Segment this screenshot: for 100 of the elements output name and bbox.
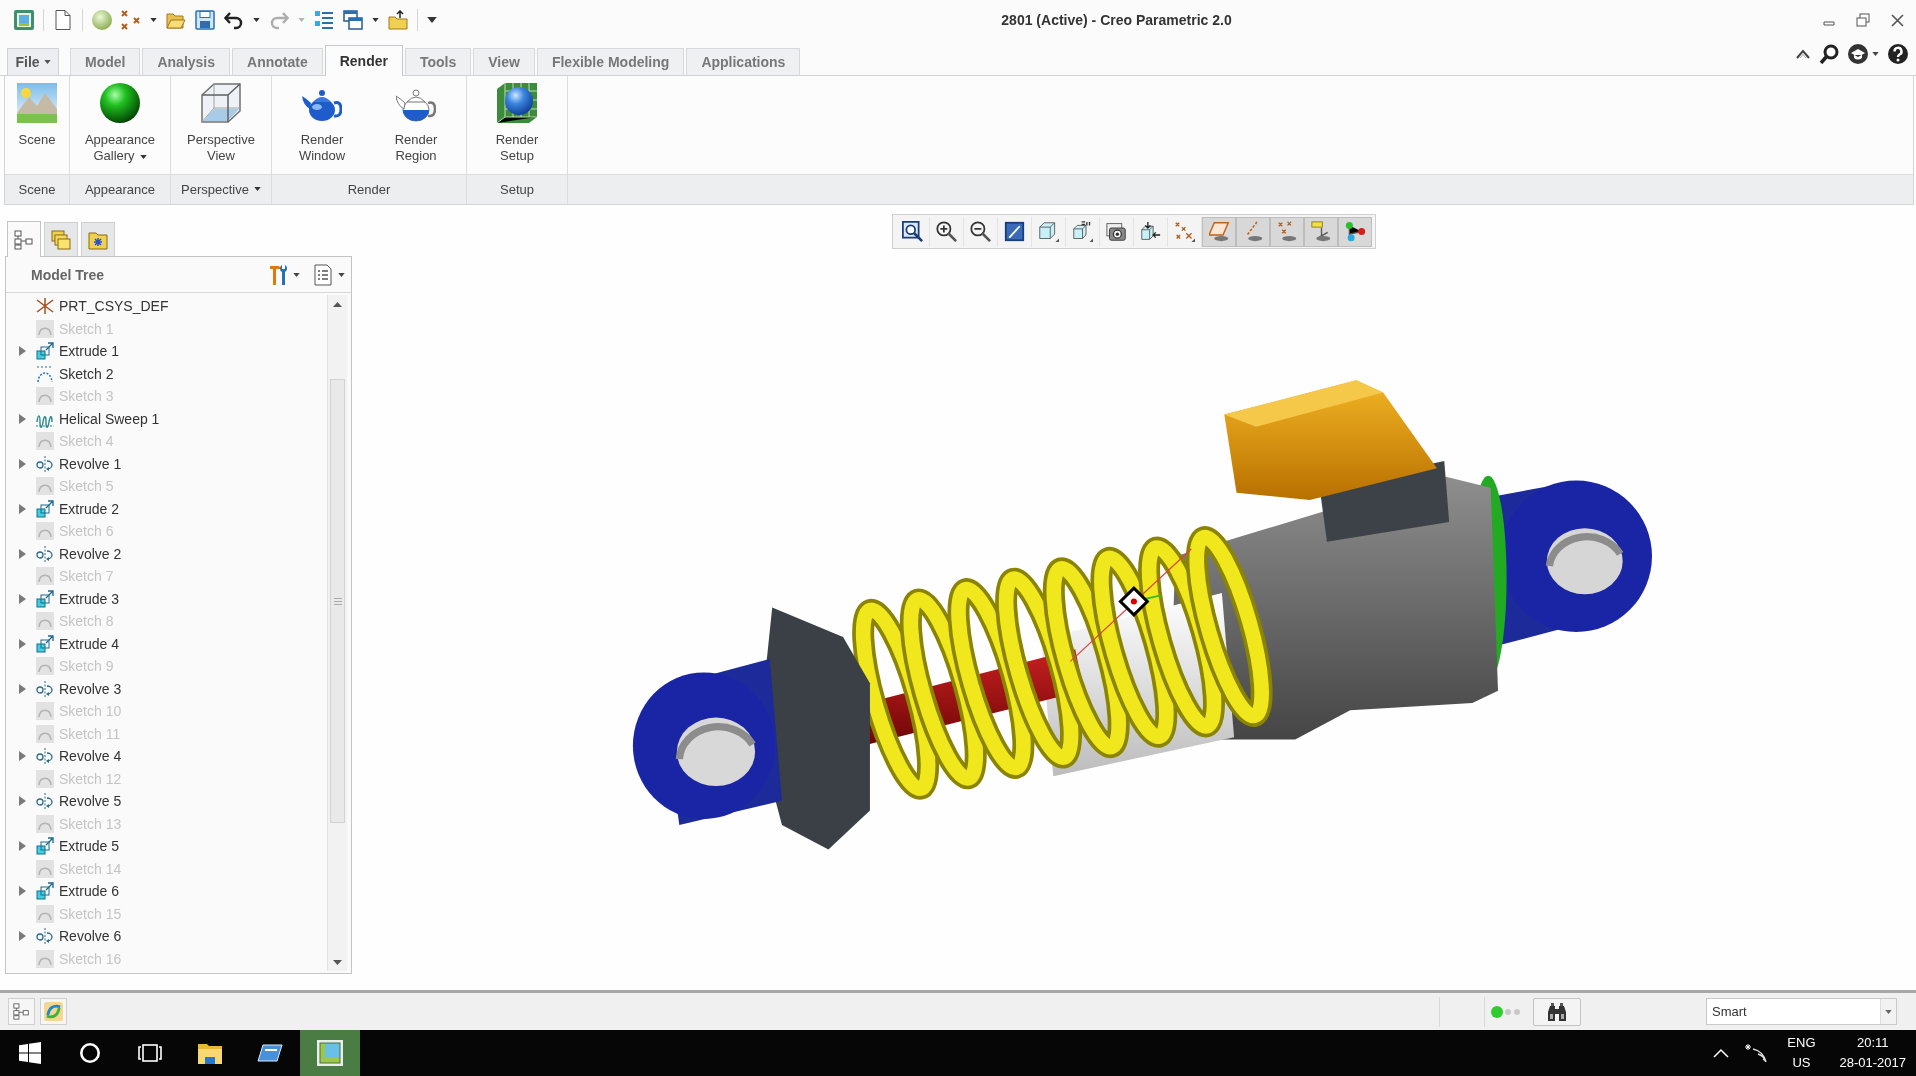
- expand-arrow-icon[interactable]: [18, 503, 26, 514]
- arc-tile-icon: [36, 657, 54, 676]
- ribbon-button[interactable]: Render Setup: [471, 76, 563, 174]
- spin-button[interactable]: [40, 998, 67, 1025]
- clock-time[interactable]: 20:11: [1856, 1033, 1889, 1053]
- ribbon-tab[interactable]: Tools: [404, 48, 472, 75]
- expand-arrow-icon[interactable]: [18, 593, 26, 604]
- folder-arrow-icon[interactable]: [388, 10, 408, 30]
- undo-icon[interactable]: [224, 10, 244, 30]
- scrollbar-thumb[interactable]: [330, 379, 345, 823]
- expand-arrow-icon[interactable]: [18, 796, 26, 807]
- list-icon[interactable]: [314, 263, 332, 286]
- scrollbar[interactable]: [327, 295, 347, 971]
- navigator-tab[interactable]: [81, 222, 115, 256]
- caret-icon[interactable]: [139, 154, 147, 159]
- group-menu-button[interactable]: Perspective: [181, 181, 261, 197]
- arc-tile-icon: [36, 522, 54, 541]
- app-tile-icon[interactable]: [14, 10, 34, 30]
- tree-item[interactable]: Sketch 2: [36, 364, 114, 383]
- caret-icon[interactable]: [1872, 51, 1879, 56]
- ribbon-button[interactable]: Appearance Gallery: [74, 76, 166, 174]
- expand-arrow-icon[interactable]: [18, 346, 26, 357]
- file-menu-button[interactable]: File: [7, 48, 59, 75]
- restore-icon[interactable]: [1856, 13, 1870, 27]
- navigator-toggle-button[interactable]: [8, 998, 35, 1025]
- navigator-tab[interactable]: [7, 221, 41, 257]
- arc-tile-icon: [36, 949, 54, 968]
- tree-item[interactable]: Revolve 4: [36, 747, 122, 766]
- expand-arrow-icon[interactable]: [18, 683, 26, 694]
- ribbon-tab[interactable]: Model: [70, 48, 141, 75]
- tree-item[interactable]: Extrude 4: [36, 634, 119, 653]
- save-icon[interactable]: [195, 10, 215, 30]
- group-label: Scene: [18, 181, 56, 197]
- wifi-icon[interactable]: [1745, 1043, 1768, 1063]
- caret-icon[interactable]: [427, 17, 437, 23]
- zoom-out-icon: [970, 221, 991, 242]
- ribbon-tab[interactable]: View: [473, 48, 535, 75]
- ribbon-tab[interactable]: Applications: [686, 48, 801, 75]
- expand-arrow-icon[interactable]: [18, 638, 26, 649]
- expand-arrow-icon[interactable]: [18, 548, 26, 559]
- ribbon-button[interactable]: Render Window: [276, 76, 368, 174]
- tree-item[interactable]: Revolve 3: [36, 679, 122, 698]
- search-icon[interactable]: [1819, 43, 1839, 64]
- close-icon[interactable]: [1891, 13, 1904, 27]
- ribbon-tab[interactable]: Annotate: [232, 48, 323, 75]
- expand-arrow-icon[interactable]: [18, 458, 26, 469]
- expand-arrow-icon[interactable]: [18, 751, 26, 762]
- ribbon-button[interactable]: Scene: [9, 76, 65, 174]
- circle-icon[interactable]: [80, 1043, 100, 1063]
- ribbon-tab[interactable]: Analysis: [142, 48, 231, 75]
- tree-item[interactable]: Extrude 1: [36, 342, 119, 361]
- up-arrow-icon[interactable]: [333, 301, 342, 307]
- ribbon-tab[interactable]: Flexible Modeling: [536, 48, 685, 75]
- new-file-icon[interactable]: [53, 10, 73, 30]
- expand-arrow-icon[interactable]: [18, 841, 26, 852]
- ribbon-tab[interactable]: Render: [324, 45, 403, 76]
- caret-icon[interactable]: [293, 272, 300, 277]
- tree-item[interactable]: PRT_CSYS_DEF: [36, 297, 169, 316]
- toolbar-button[interactable]: [1338, 216, 1372, 247]
- caret-icon[interactable]: [253, 18, 260, 22]
- expand-arrow-icon[interactable]: [18, 886, 26, 897]
- tree-item[interactable]: Revolve 1: [36, 454, 122, 473]
- tree-item[interactable]: Extrude 5: [36, 837, 119, 856]
- ribbon-button[interactable]: Perspective View: [175, 76, 267, 174]
- help-icon[interactable]: [1888, 43, 1908, 64]
- down-arrow-icon[interactable]: [333, 959, 342, 965]
- tools-icon[interactable]: [267, 263, 287, 286]
- tree-item[interactable]: Revolve 6: [36, 927, 122, 946]
- cap-circle-icon[interactable]: [1848, 43, 1868, 64]
- tree-item[interactable]: Revolve 5: [36, 792, 122, 811]
- list-icon[interactable]: [314, 10, 334, 30]
- expand-arrow-icon[interactable]: [18, 931, 26, 942]
- language-label[interactable]: ENG: [1787, 1033, 1816, 1053]
- crosses-icon[interactable]: [121, 10, 141, 30]
- open-folder-icon[interactable]: [166, 10, 186, 30]
- axis-arc-icon: [36, 454, 54, 473]
- filter-dropdown[interactable]: Smart: [1706, 998, 1897, 1025]
- caret-icon[interactable]: [338, 272, 345, 277]
- task-view-icon[interactable]: [138, 1044, 162, 1062]
- dotted-arc-icon: [36, 364, 54, 383]
- windows-icon[interactable]: [343, 10, 363, 30]
- caret-icon[interactable]: [43, 60, 51, 64]
- region-label[interactable]: US: [1792, 1053, 1811, 1073]
- panel-title: Model Tree: [31, 266, 105, 283]
- ribbon-button[interactable]: Render Region: [370, 76, 462, 174]
- caret-icon[interactable]: [253, 187, 261, 191]
- caret-icon[interactable]: [372, 18, 379, 22]
- tree-item[interactable]: Extrude 6: [36, 882, 119, 901]
- chevron-up-icon[interactable]: [1796, 48, 1810, 59]
- swirl-icon: [44, 1002, 63, 1021]
- caret-icon[interactable]: [150, 18, 157, 22]
- tree-item[interactable]: Revolve 2: [36, 544, 122, 563]
- box-arrow-icon: [36, 499, 54, 518]
- expand-arrow-icon[interactable]: [18, 413, 26, 424]
- tree-item[interactable]: Helical Sweep 1: [36, 409, 160, 428]
- tree-item[interactable]: Extrude 2: [36, 499, 119, 518]
- windows-logo-icon[interactable]: [19, 1042, 41, 1064]
- find-button[interactable]: [1533, 997, 1581, 1026]
- tree-item[interactable]: Extrude 3: [36, 589, 119, 608]
- clock-date[interactable]: 28-01-2017: [1839, 1053, 1906, 1073]
